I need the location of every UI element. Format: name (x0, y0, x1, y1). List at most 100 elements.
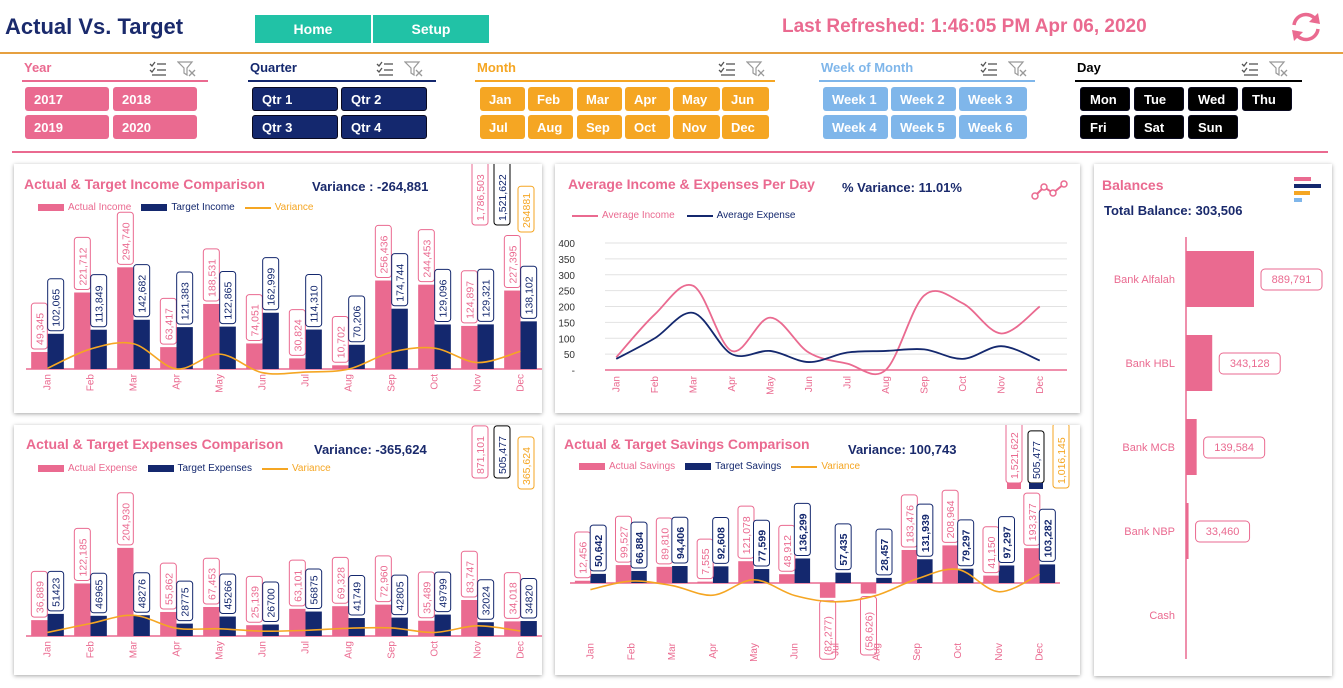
bar-target-income-apr (176, 327, 193, 369)
total-actual-bar (1007, 483, 1021, 489)
svg-text:256,436: 256,436 (378, 235, 390, 273)
day-option-fri[interactable]: Fri (1080, 115, 1130, 139)
year-option-2020[interactable]: 2020 (113, 115, 197, 139)
multi-select-icon[interactable] (1241, 61, 1259, 77)
x-tick-jun: Jun (258, 374, 269, 390)
balance-value-bank-nbp: 33,460 (1206, 526, 1240, 538)
refresh-icon[interactable] (1288, 10, 1324, 44)
bar-actual-expense-nov (461, 599, 478, 636)
bar-actual-income-feb (74, 292, 91, 369)
quarter-option-qtr-3[interactable]: Qtr 3 (252, 115, 338, 139)
label-target-expenses-dec: 34820 (520, 578, 538, 619)
bar-actual-expense-may (203, 606, 220, 636)
multi-select-icon[interactable] (149, 61, 167, 77)
bar-actual-expense-jul (289, 608, 306, 636)
svg-text:28,457: 28,457 (879, 539, 891, 571)
week-option-week-5[interactable]: Week 5 (891, 115, 956, 139)
day-option-tue[interactable]: Tue (1134, 87, 1184, 111)
bar-actual-savings-nov (983, 575, 999, 583)
svg-text:89,810: 89,810 (659, 528, 671, 560)
quarter-slicer-header: Quarter (248, 60, 436, 82)
svg-text:121,383: 121,383 (180, 282, 192, 320)
bar-actual-savings-jun (779, 574, 795, 583)
label-target-expenses-jan: 51423 (47, 570, 65, 612)
day-option-wed[interactable]: Wed (1188, 87, 1238, 111)
label-target-savings-sep: 131,939 (916, 503, 934, 557)
bar-target-savings-aug (876, 577, 892, 583)
month-option-aug[interactable]: Aug (528, 115, 573, 139)
month-option-may[interactable]: May (673, 87, 720, 111)
quarter-option-qtr-4[interactable]: Qtr 4 (341, 115, 427, 139)
balance-label-bank-alfalah: Bank Alfalah (1114, 274, 1175, 286)
label-actual-expense-mar: 204,930 (116, 492, 134, 546)
year-option-2019[interactable]: 2019 (25, 115, 109, 139)
month-option-apr[interactable]: Apr (625, 87, 670, 111)
label-target-savings-jun: 136,299 (793, 502, 811, 556)
month-option-jul[interactable]: Jul (480, 115, 525, 139)
month-option-mar[interactable]: Mar (577, 87, 622, 111)
clear-filter-icon[interactable] (176, 60, 197, 77)
year-option-2018[interactable]: 2018 (113, 87, 197, 111)
label-target-expenses-oct: 49799 (434, 571, 452, 613)
label-actual-income-mar: 294,740 (116, 211, 134, 265)
x-tick-feb: Feb (86, 374, 97, 392)
dashboard: Actual Vs. Target Home Setup Last Refres… (0, 0, 1343, 688)
month-option-nov[interactable]: Nov (673, 115, 720, 139)
month-option-sep[interactable]: Sep (577, 115, 622, 139)
svg-text:69,328: 69,328 (335, 567, 347, 599)
page-title: Actual Vs. Target (5, 14, 184, 39)
y-tick-400: 400 (558, 239, 575, 250)
month-option-dec[interactable]: Dec (722, 115, 769, 139)
svg-text:35,489: 35,489 (421, 581, 433, 613)
clear-filter-icon[interactable] (403, 60, 424, 77)
day-option-thu[interactable]: Thu (1242, 87, 1292, 111)
svg-text:10,702: 10,702 (335, 326, 347, 358)
balance-label-bank-nbp: Bank NBP (1124, 526, 1175, 538)
week-option-week-3[interactable]: Week 3 (959, 87, 1027, 111)
clear-filter-icon[interactable] (1268, 60, 1289, 77)
week-option-week-4[interactable]: Week 4 (823, 115, 888, 139)
bar-actual-income-aug (332, 365, 349, 369)
quarter-option-qtr-1[interactable]: Qtr 1 (252, 87, 338, 111)
quarter-option-qtr-2[interactable]: Qtr 2 (341, 87, 427, 111)
svg-text:42805: 42805 (395, 581, 407, 610)
x-tick-jun: Jun (804, 376, 815, 392)
month-option-feb[interactable]: Feb (528, 87, 573, 111)
month-option-jun[interactable]: Jun (722, 87, 769, 111)
svg-text:79,297: 79,297 (961, 529, 973, 561)
month-option-oct[interactable]: Oct (625, 115, 670, 139)
multi-select-icon[interactable] (718, 61, 736, 77)
year-option-2017[interactable]: 2017 (25, 87, 109, 111)
bar-target-expenses-may (219, 616, 236, 636)
bar-actual-savings-jan (574, 580, 591, 583)
clear-filter-icon[interactable] (1007, 60, 1028, 77)
label-target-expenses-mar: 48276 (133, 572, 151, 613)
x-tick-dec: Dec (516, 641, 527, 659)
setup-button[interactable]: Setup (373, 15, 489, 43)
week-option-week-1[interactable]: Week 1 (823, 87, 888, 111)
day-option-mon[interactable]: Mon (1080, 87, 1130, 111)
svg-text:365,624: 365,624 (521, 447, 533, 485)
day-option-sun[interactable]: Sun (1188, 115, 1238, 139)
label-target-income-jul: 114,310 (305, 273, 323, 328)
svg-text:99,527: 99,527 (618, 526, 630, 558)
bar-target-income-aug (348, 344, 365, 369)
week-option-week-2[interactable]: Week 2 (891, 87, 956, 111)
multi-select-icon[interactable] (376, 61, 394, 77)
bar-target-savings-dec (1039, 564, 1056, 583)
svg-text:174,744: 174,744 (395, 264, 407, 302)
svg-text:7,555: 7,555 (700, 548, 712, 574)
x-tick-sep: Sep (387, 374, 398, 392)
clear-filter-icon[interactable] (745, 60, 766, 77)
svg-text:193,377: 193,377 (1027, 503, 1039, 541)
month-option-jan[interactable]: Jan (480, 87, 525, 111)
day-option-sat[interactable]: Sat (1134, 115, 1184, 139)
header-divider (0, 52, 1343, 54)
svg-text:26700: 26700 (266, 588, 278, 617)
multi-select-icon[interactable] (980, 61, 998, 77)
expenses-panel: Actual & Target Expenses Comparison Vari… (14, 425, 542, 675)
x-tick-feb: Feb (650, 376, 661, 394)
label-actual-savings-oct: 208,964 (941, 489, 959, 543)
week-option-week-6[interactable]: Week 6 (959, 115, 1027, 139)
home-button[interactable]: Home (255, 15, 371, 43)
